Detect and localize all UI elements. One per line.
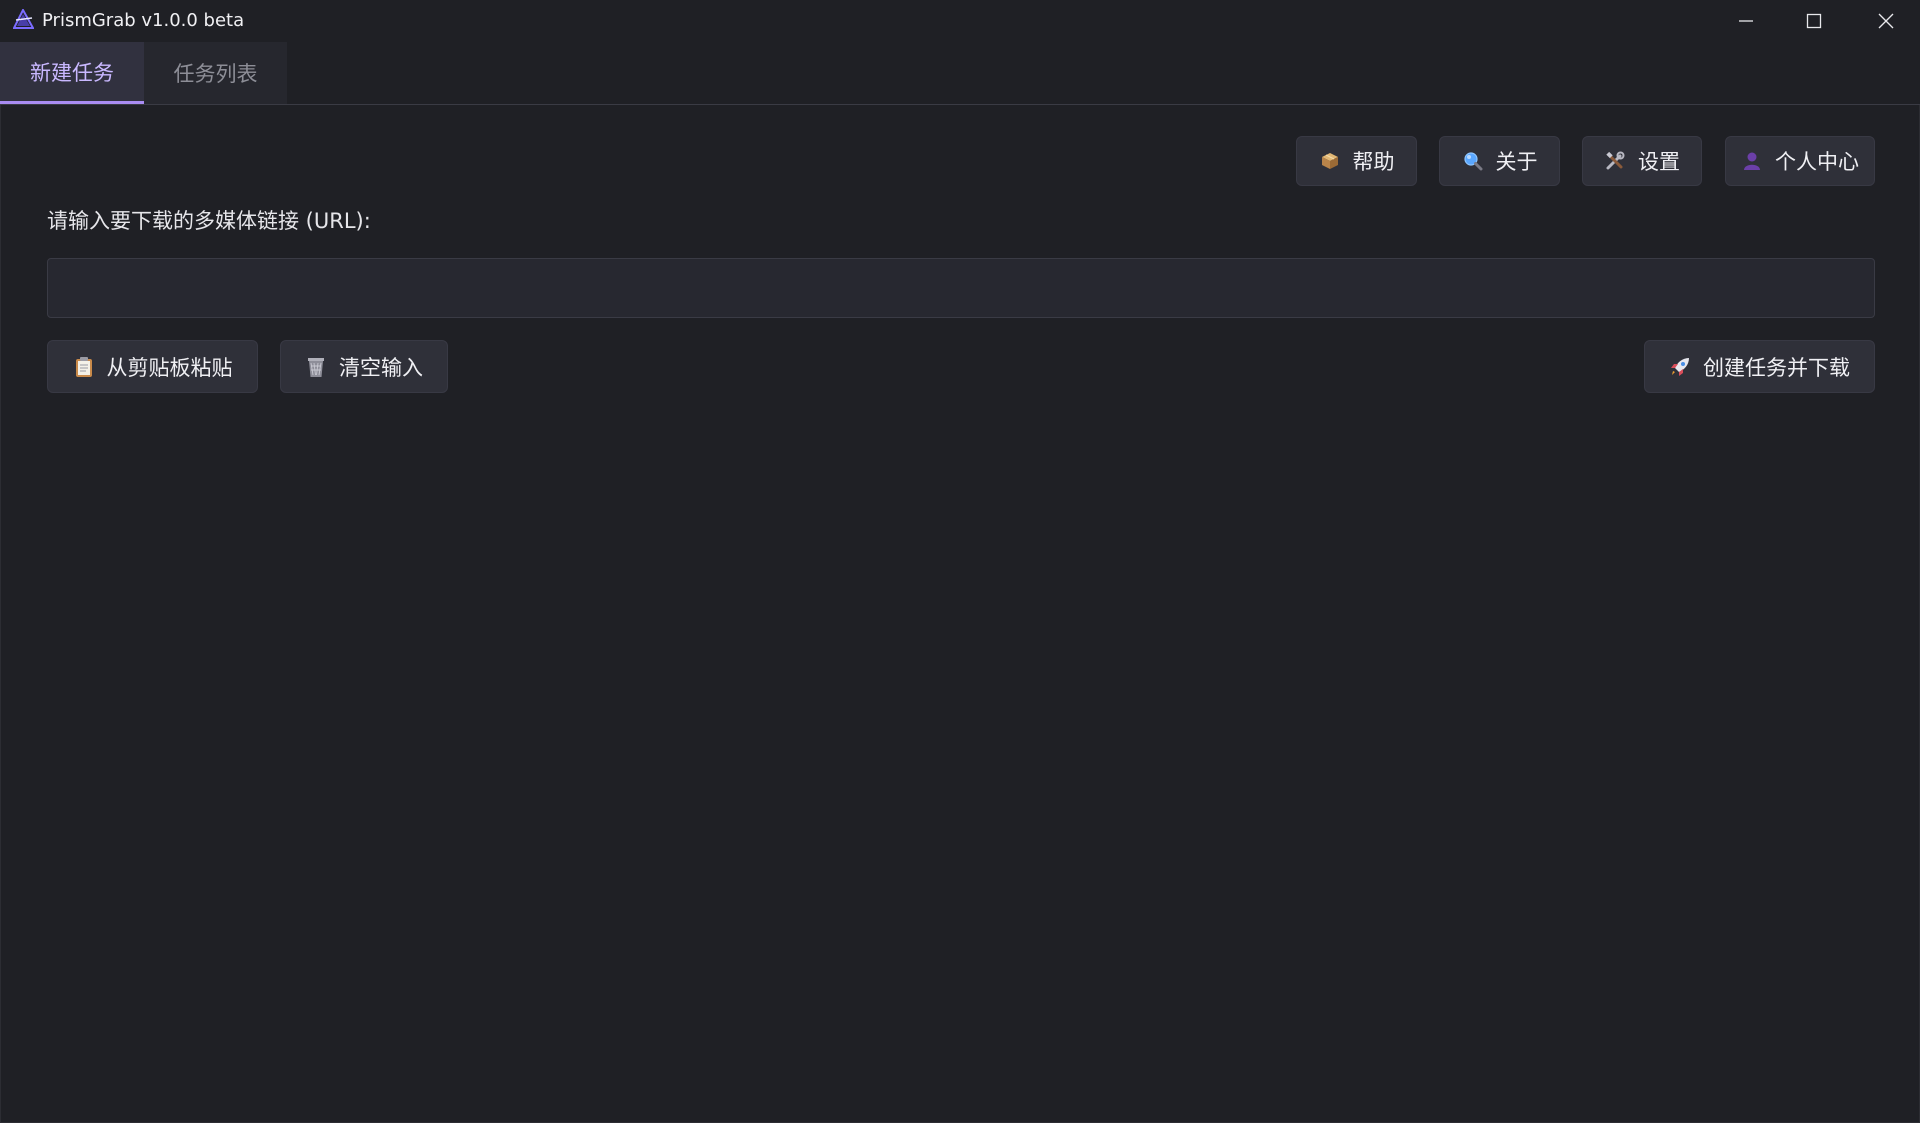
maximize-icon xyxy=(1806,13,1822,29)
paste-from-clipboard-button[interactable]: 从剪贴板粘贴 xyxy=(47,340,258,393)
tab-new-task[interactable]: 新建任务 xyxy=(0,42,144,104)
about-label: 关于 xyxy=(1495,150,1538,174)
magnifier-icon xyxy=(1462,150,1484,172)
window-title: PrismGrab v1.0.0 beta xyxy=(42,10,245,31)
about-button[interactable]: 关于 xyxy=(1439,136,1560,186)
clipboard-icon xyxy=(73,356,95,378)
tab-task-list[interactable]: 任务列表 xyxy=(144,42,287,104)
tab-bar: 新建任务 任务列表 xyxy=(0,42,1920,105)
minimize-button[interactable] xyxy=(1712,0,1780,42)
url-field-label: 请输入要下载的多媒体链接 (URL): xyxy=(47,209,371,233)
clear-label: 清空输入 xyxy=(339,355,423,380)
settings-label: 设置 xyxy=(1638,150,1680,174)
tools-icon xyxy=(1604,150,1626,172)
new-task-panel: 帮助 关于 设置 个人中心 请输入要下载的多媒体链接 (URL): 从剪贴板粘贴… xyxy=(0,105,1920,1123)
url-input[interactable] xyxy=(47,258,1875,318)
close-icon xyxy=(1878,13,1894,29)
clear-input-button[interactable]: 清空输入 xyxy=(280,340,448,393)
create-and-download-button[interactable]: 创建任务并下载 xyxy=(1644,340,1875,393)
profile-label: 个人中心 xyxy=(1775,150,1859,174)
title-bar: PrismGrab v1.0.0 beta xyxy=(0,0,1920,42)
package-icon xyxy=(1319,150,1341,172)
paste-label: 从剪贴板粘贴 xyxy=(106,355,233,380)
maximize-button[interactable] xyxy=(1780,0,1848,42)
help-label: 帮助 xyxy=(1352,150,1395,174)
minimize-icon xyxy=(1738,13,1754,29)
wastebasket-icon xyxy=(305,356,327,378)
settings-button[interactable]: 设置 xyxy=(1582,136,1702,186)
rocket-icon xyxy=(1669,356,1691,378)
profile-button[interactable]: 个人中心 xyxy=(1725,136,1875,186)
create-label: 创建任务并下载 xyxy=(1703,355,1850,380)
prism-logo-icon xyxy=(12,7,35,30)
user-icon xyxy=(1741,150,1763,172)
help-button[interactable]: 帮助 xyxy=(1296,136,1417,186)
close-button[interactable] xyxy=(1852,0,1920,42)
